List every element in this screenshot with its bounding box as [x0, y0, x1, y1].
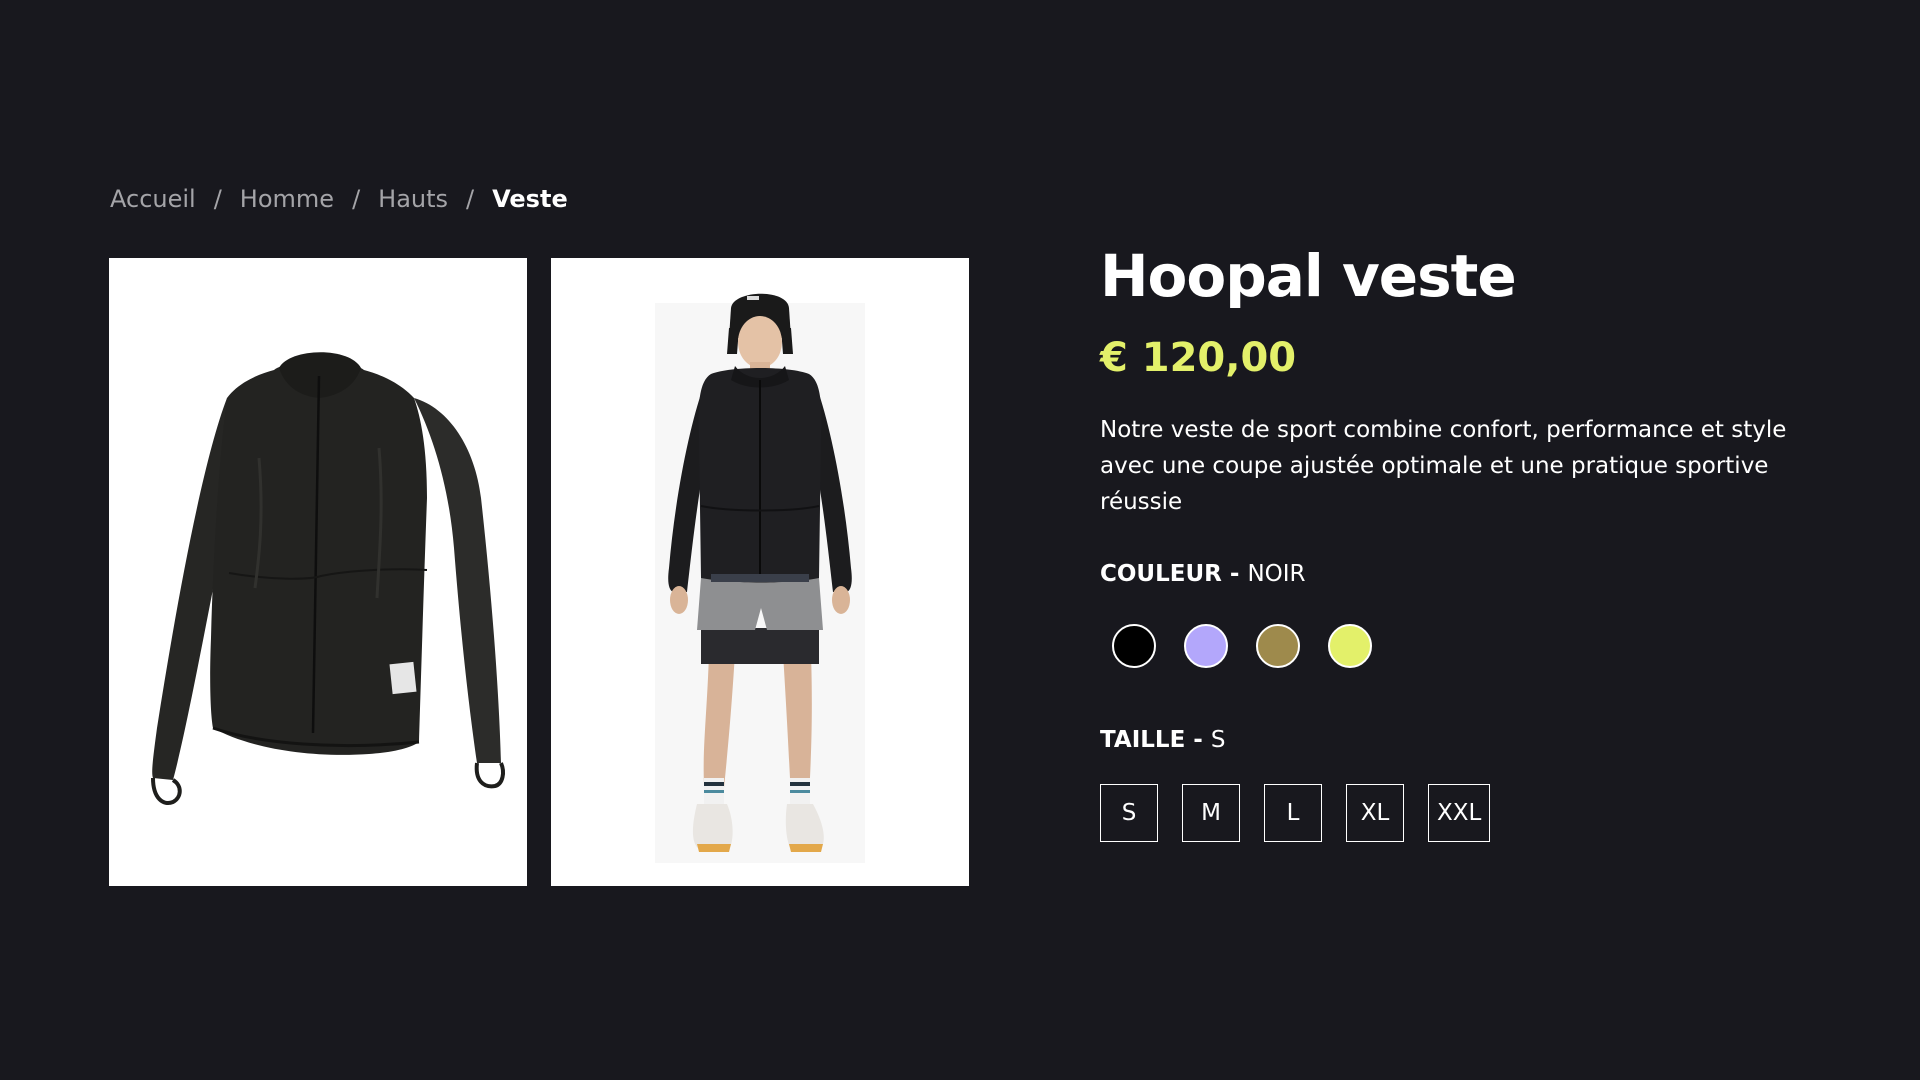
breadcrumb-separator: /	[213, 185, 222, 213]
breadcrumb: Accueil / Homme / Hauts / Veste	[110, 183, 568, 215]
color-swatch-lime[interactable]	[1328, 624, 1372, 668]
breadcrumb-item-accueil[interactable]: Accueil	[110, 183, 196, 215]
breadcrumb-current: Veste	[492, 185, 568, 213]
breadcrumb-separator: /	[352, 185, 361, 213]
model-wearing-jacket-photo	[551, 258, 969, 886]
color-swatch-khaki[interactable]	[1256, 624, 1300, 668]
size-button-xl[interactable]: XL	[1346, 784, 1404, 842]
size-option-value: S	[1210, 727, 1226, 753]
product-image-model[interactable]	[551, 258, 969, 886]
size-option-key: TAILLE -	[1100, 727, 1211, 753]
color-swatch-lavender[interactable]	[1184, 624, 1228, 668]
color-option-key: COULEUR -	[1100, 561, 1248, 587]
size-button-s[interactable]: S	[1100, 784, 1158, 842]
breadcrumb-item-homme[interactable]: Homme	[240, 183, 334, 215]
product-info: Hoopal veste € 120,00 Notre veste de spo…	[1100, 240, 1840, 842]
product-price: € 120,00	[1100, 335, 1297, 381]
product-image-jacket[interactable]	[109, 258, 527, 886]
color-option-value: NOIR	[1247, 561, 1306, 587]
breadcrumb-separator: /	[466, 185, 475, 213]
color-swatch-black[interactable]	[1112, 624, 1156, 668]
jacket-product-photo	[109, 258, 527, 886]
color-swatches	[1100, 624, 1840, 668]
product-description: Notre veste de sport combine confort, pe…	[1100, 417, 1787, 515]
size-button-xxl[interactable]: XXL	[1428, 784, 1491, 842]
color-option-label: COULEUR - NOIR	[1100, 558, 1840, 590]
size-selector: S M L XL XXL	[1100, 784, 1840, 842]
product-title: Hoopal veste	[1100, 242, 1517, 310]
size-button-l[interactable]: L	[1264, 784, 1322, 842]
product-page: Accueil / Homme / Hauts / Veste Hoopal v…	[0, 0, 1920, 1080]
size-option-label: TAILLE - S	[1100, 724, 1840, 756]
size-button-m[interactable]: M	[1182, 784, 1240, 842]
breadcrumb-item-hauts[interactable]: Hauts	[378, 183, 448, 215]
